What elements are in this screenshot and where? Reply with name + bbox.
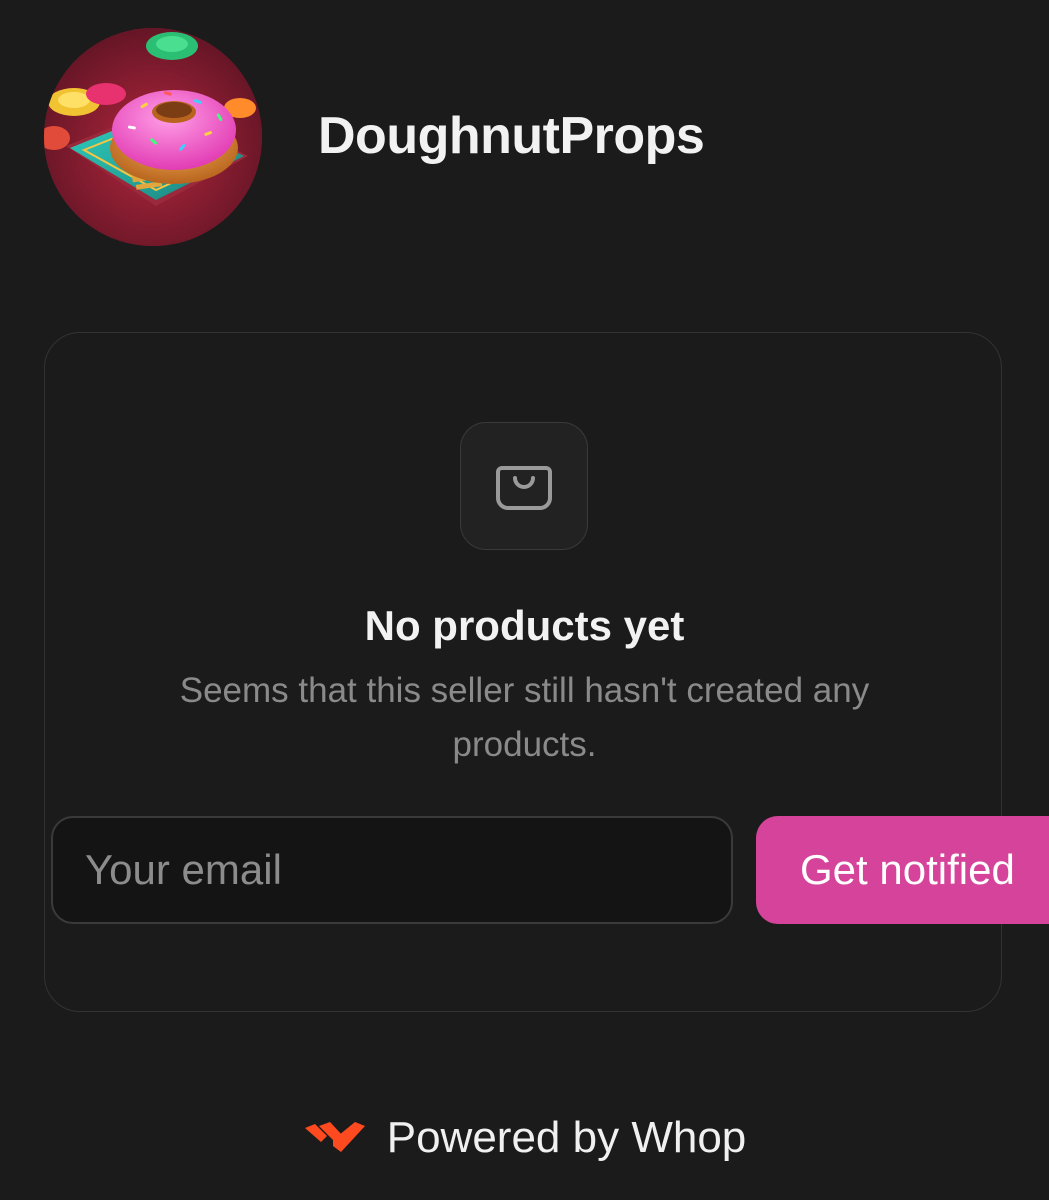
store-page: DoughnutProps No products yet Seems that… — [0, 0, 1049, 1200]
whop-logo-icon[interactable] — [303, 1120, 367, 1156]
get-notified-button[interactable]: Get notified — [756, 816, 1049, 924]
powered-by-text[interactable]: Powered by Whop — [387, 1106, 747, 1170]
doughnut-logo-icon — [44, 28, 262, 246]
empty-state-title: No products yet — [364, 602, 685, 649]
empty-state-description: Seems that this seller still hasn't crea… — [179, 671, 870, 764]
email-input[interactable] — [51, 816, 733, 924]
store-avatar — [44, 28, 262, 246]
shopping-bag-icon — [496, 466, 552, 510]
empty-state-icon-tile — [460, 422, 588, 550]
footer: Powered by Whop — [0, 1106, 1049, 1170]
store-name: DoughnutProps — [318, 107, 705, 165]
